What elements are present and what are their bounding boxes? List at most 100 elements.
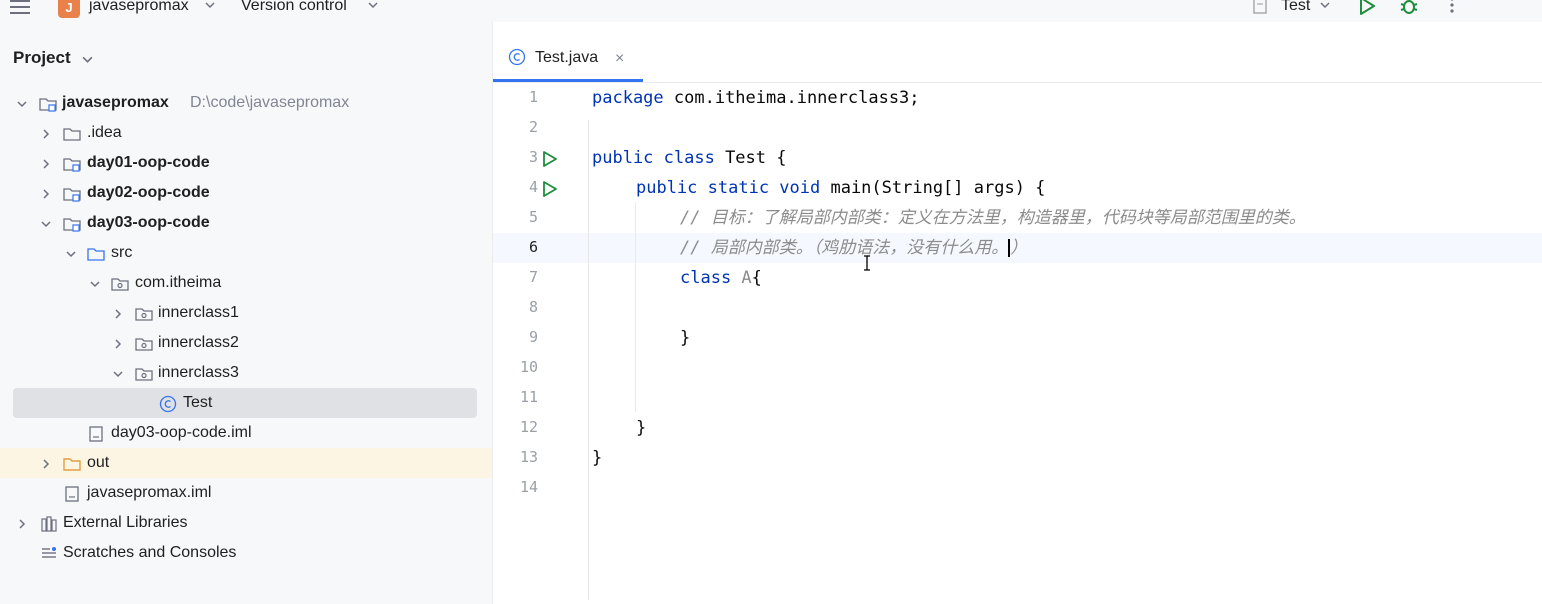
tree-item-label: innerclass1: [158, 304, 239, 321]
chevron-down-icon[interactable]: [40, 218, 52, 230]
line-number: 4: [528, 178, 538, 196]
tree-item-label: src: [111, 244, 133, 261]
package-icon: [135, 308, 153, 321]
tree-item-label: com.itheima: [135, 274, 222, 291]
tree-item-innerclass3[interactable]: innerclass3: [0, 359, 492, 389]
module-folder-icon: [63, 158, 81, 172]
chevron-down-icon[interactable]: [82, 54, 93, 65]
iml-file-icon: [89, 426, 103, 442]
run-gutter-icon[interactable]: [541, 180, 559, 198]
code-line: public static void main(String[] args) {: [636, 173, 1045, 203]
project-panel-title[interactable]: Project: [13, 48, 71, 68]
chevron-down-icon[interactable]: [89, 278, 101, 290]
tree-item-label: innerclass3: [158, 364, 239, 381]
tree-item-src[interactable]: src: [0, 239, 492, 269]
main-toolbar: J javasepromax Version control Test: [0, 0, 1542, 22]
source-folder-icon: [87, 248, 105, 261]
scratches-icon: [42, 547, 56, 558]
gutter-separator: [588, 120, 589, 600]
run-config-dropdown[interactable]: Test: [1281, 0, 1310, 15]
line-number: 13: [519, 448, 538, 466]
tree-item-day03-iml[interactable]: day03-oop-code.iml: [0, 419, 492, 449]
tree-item-com-itheima[interactable]: com.itheima: [0, 269, 492, 299]
chevron-right-icon[interactable]: [16, 518, 28, 530]
tree-item-day01-oop-code[interactable]: day01-oop-code: [0, 149, 492, 179]
more-vertical-icon[interactable]: [1442, 0, 1462, 16]
tree-item-javasepromax[interactable]: javasepromax D:\code\javasepromax: [0, 89, 492, 119]
project-name-dropdown[interactable]: javasepromax: [89, 0, 189, 15]
tree-item-label: day03-oop-code.iml: [111, 424, 252, 441]
line-number: 2: [528, 118, 538, 136]
tree-item-label: .idea: [87, 124, 122, 141]
comment-text: ）: [1010, 238, 1028, 258]
code-text: Test {: [714, 148, 787, 168]
chevron-down-icon: [205, 2, 215, 9]
tree-item-label: javasepromax.iml: [87, 484, 212, 501]
editor-tab-bar: Test.java ×: [493, 22, 1542, 83]
tree-item-day02-oop-code[interactable]: day02-oop-code: [0, 179, 492, 209]
chevron-right-icon[interactable]: [112, 308, 124, 320]
keyword: public class: [592, 148, 715, 168]
excluded-folder-icon: [63, 458, 81, 471]
chevron-right-icon[interactable]: [112, 338, 124, 350]
run-gutter-icon[interactable]: [541, 150, 559, 168]
indent-guide: [635, 202, 636, 412]
comment-text: // 局部内部类。（鸡肋语法，没有什么用。: [680, 238, 1009, 258]
module-folder-icon: [63, 218, 81, 232]
version-control-dropdown[interactable]: Version control: [241, 0, 347, 15]
project-tool-window: Project javasepromax D:\code\javaseproma…: [0, 22, 493, 604]
line-number: 6: [528, 238, 538, 256]
line-number: 8: [528, 298, 538, 316]
chevron-down-icon[interactable]: [65, 248, 77, 260]
tree-item-scratches-and-consoles[interactable]: Scratches and Consoles: [0, 539, 492, 569]
tree-item-out[interactable]: out: [0, 449, 492, 479]
line-number: 12: [519, 418, 538, 436]
code-line: }: [592, 448, 603, 468]
tree-item-test-class[interactable]: Test: [0, 389, 492, 419]
hamburger-menu-icon[interactable]: [10, 0, 32, 16]
chevron-right-icon[interactable]: [40, 128, 52, 140]
code-text: main(String[] args) {: [820, 178, 1046, 198]
active-tab-indicator: [493, 79, 643, 82]
package-icon: [111, 278, 129, 291]
close-icon[interactable]: ×: [615, 50, 624, 68]
keyword: package: [592, 88, 664, 108]
line-number: 10: [519, 358, 538, 376]
chevron-right-icon[interactable]: [40, 158, 52, 170]
chevron-down-icon: [1320, 2, 1330, 9]
run-icon[interactable]: [1357, 0, 1377, 16]
code-line: public class Test {: [592, 143, 786, 173]
chevron-down-icon: [368, 2, 378, 9]
tree-item-idea[interactable]: .idea: [0, 119, 492, 149]
tree-item-label: Test: [183, 394, 213, 411]
comment-line: // 局部内部类。（鸡肋语法，没有什么用。）: [680, 233, 1027, 263]
tree-item-innerclass2[interactable]: innerclass2: [0, 329, 492, 359]
chevron-down-icon[interactable]: [112, 368, 124, 380]
line-number: 11: [519, 388, 538, 406]
code-text: com.itheima.innerclass3;: [663, 88, 920, 108]
run-config-icon: [1253, 0, 1267, 14]
tree-item-day03-oop-code[interactable]: day03-oop-code: [0, 209, 492, 239]
line-number: 3: [528, 148, 538, 166]
tree-item-innerclass1[interactable]: innerclass1: [0, 299, 492, 329]
chevron-down-icon[interactable]: [16, 98, 28, 110]
tree-item-label: day02-oop-code: [87, 184, 210, 201]
code-line: package com.itheima.innerclass3;: [592, 83, 920, 113]
code-editor[interactable]: Test.java × 1 2 3 4 5 6 7 8 9 10 11 12 1…: [493, 22, 1542, 604]
keyword: public static void: [636, 178, 821, 198]
package-icon: [135, 368, 153, 381]
tree-item-external-libraries[interactable]: External Libraries: [0, 509, 492, 539]
tree-item-javasepromax-iml[interactable]: javasepromax.iml: [0, 479, 492, 509]
line-number: 1: [528, 88, 538, 106]
module-folder-icon: [39, 98, 57, 112]
tree-item-label: day01-oop-code: [87, 154, 210, 171]
tab-test-java[interactable]: Test.java ×: [493, 22, 643, 82]
java-class-icon: [508, 48, 526, 66]
tree-item-label: out: [87, 454, 110, 471]
debug-icon[interactable]: [1399, 0, 1419, 16]
chevron-right-icon[interactable]: [40, 188, 52, 200]
chevron-right-icon[interactable]: [40, 458, 52, 470]
folder-icon: [63, 128, 81, 141]
tree-item-label: Scratches and Consoles: [63, 544, 237, 561]
project-badge[interactable]: J: [58, 0, 80, 18]
